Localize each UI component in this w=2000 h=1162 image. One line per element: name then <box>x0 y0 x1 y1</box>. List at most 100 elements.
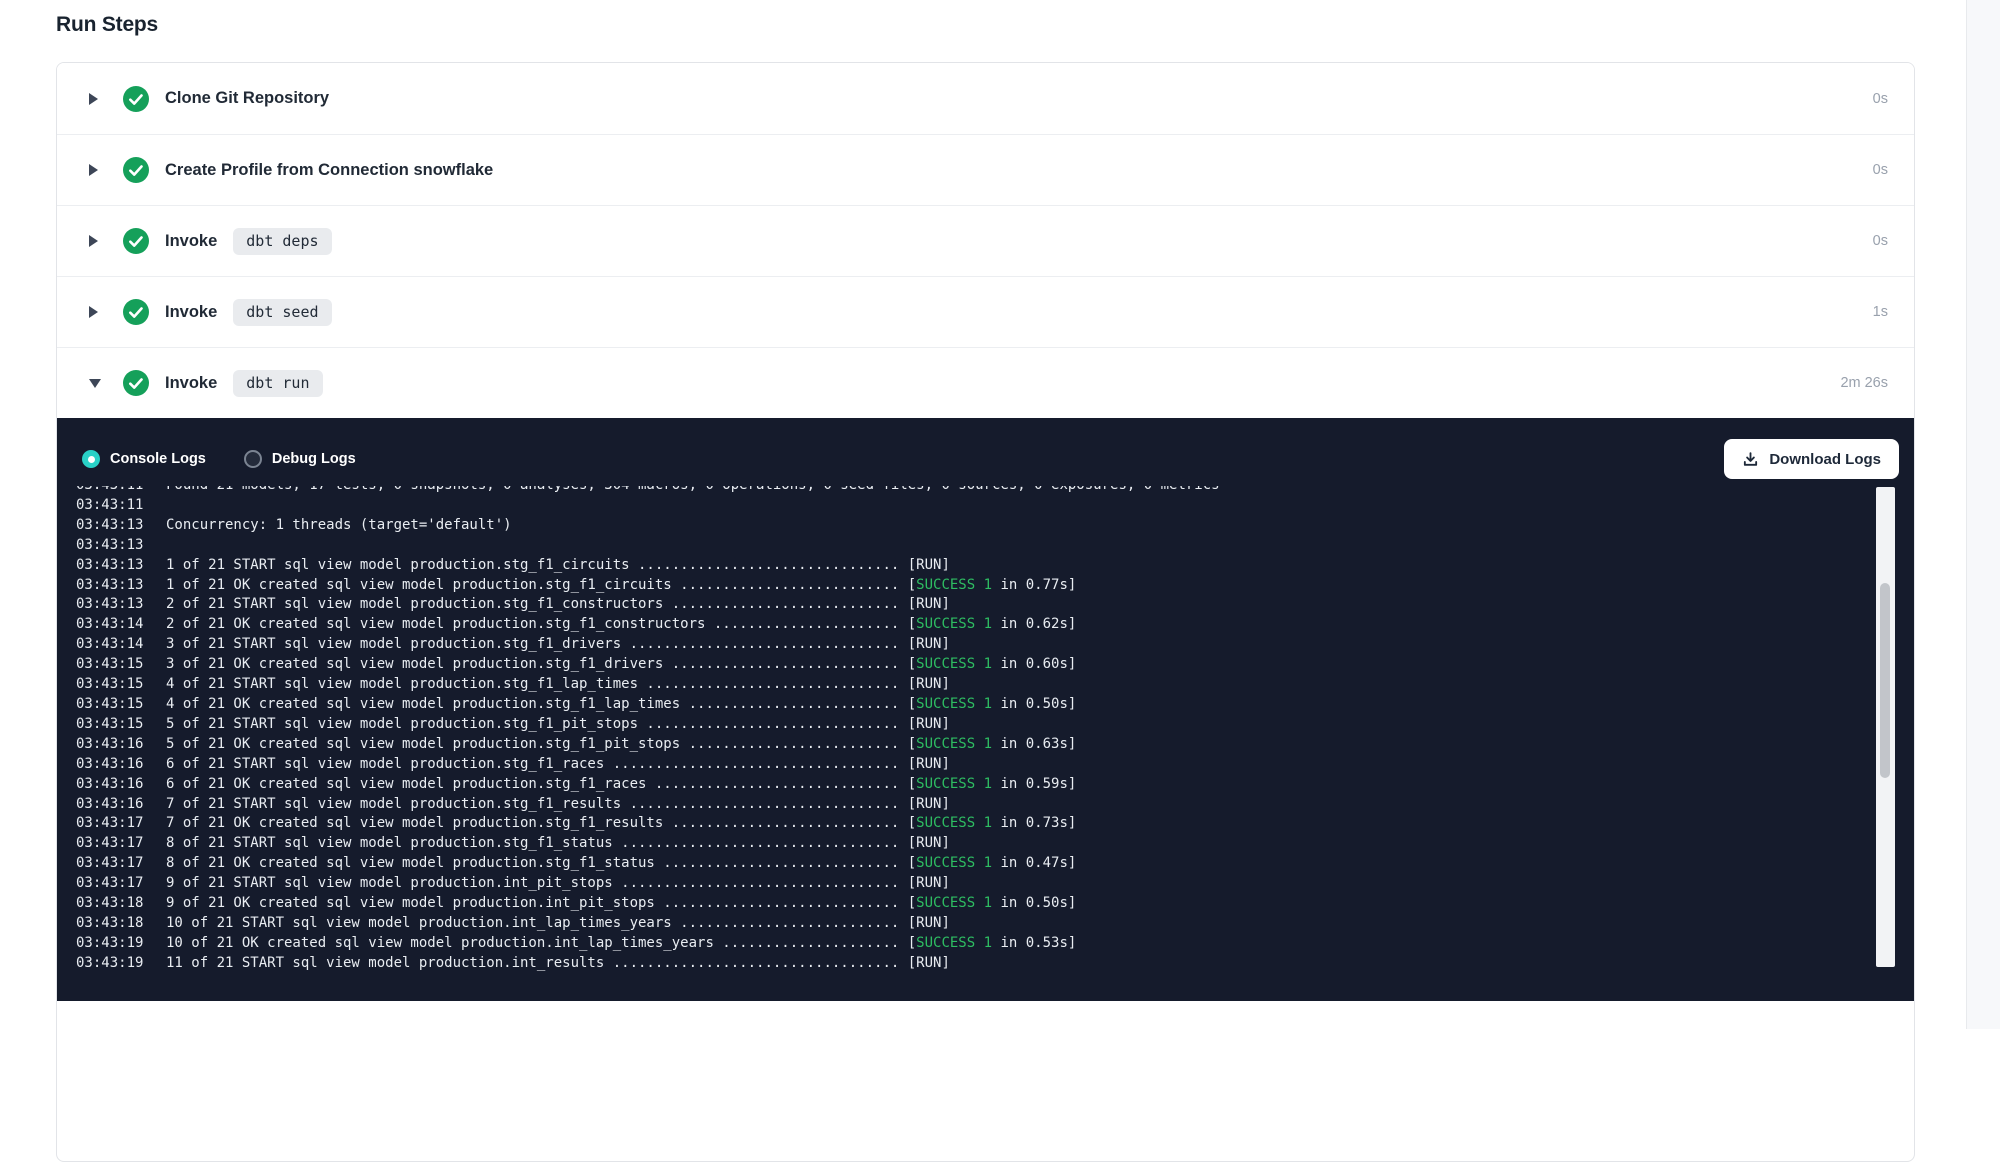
step-label: Invoke <box>165 374 217 393</box>
log-scrollbar-track[interactable] <box>1876 487 1895 967</box>
log-message: 7 of 21 OK created sql view model produc… <box>166 814 1076 834</box>
log-message: 5 of 21 OK created sql view model produc… <box>166 735 1076 755</box>
log-line: 03:43:166 of 21 OK created sql view mode… <box>76 775 1766 795</box>
radio-console-logs[interactable]: Console Logs <box>82 450 206 468</box>
log-timestamp: 03:43:19 <box>76 934 166 954</box>
log-timestamp: 03:43:13 <box>76 536 166 556</box>
log-line: 03:43:142 of 21 OK created sql view mode… <box>76 615 1766 635</box>
log-timestamp: 03:43:15 <box>76 695 166 715</box>
log-line: 03:43:153 of 21 OK created sql view mode… <box>76 655 1766 675</box>
log-timestamp: 03:43:11 <box>76 496 166 516</box>
step-command-chip: dbt seed <box>233 299 331 326</box>
run-step-row[interactable]: Invoke dbt deps 0s <box>57 205 1914 276</box>
log-timestamp: 03:43:18 <box>76 914 166 934</box>
log-line: 03:43:155 of 21 START sql view model pro… <box>76 715 1766 735</box>
download-logs-button[interactable]: Download Logs <box>1724 439 1899 479</box>
download-icon <box>1742 451 1759 468</box>
step-label: Invoke <box>165 232 217 251</box>
log-timestamp: 03:43:13 <box>76 576 166 596</box>
check-success-icon <box>123 370 149 396</box>
log-timestamp: 03:43:17 <box>76 874 166 894</box>
log-line: 03:43:154 of 21 START sql view model pro… <box>76 675 1766 695</box>
log-status-success: SUCCESS 1 <box>916 895 992 911</box>
log-status-success: SUCCESS 1 <box>916 656 992 672</box>
log-message: 9 of 21 OK created sql view model produc… <box>166 894 1076 914</box>
log-line: 03:43:13Concurrency: 1 threads (target='… <box>76 516 1766 536</box>
check-success-icon <box>123 86 149 112</box>
check-success-icon <box>123 299 149 325</box>
log-line: 03:43:166 of 21 START sql view model pro… <box>76 755 1766 775</box>
log-panel-header: Console Logs Debug Logs Download Logs <box>57 418 1914 479</box>
log-line: 03:43:1911 of 21 START sql view model pr… <box>76 954 1766 974</box>
log-line: 03:43:178 of 21 START sql view model pro… <box>76 834 1766 854</box>
chevron-down-icon[interactable] <box>89 379 103 388</box>
log-line: 03:43:143 of 21 START sql view model pro… <box>76 635 1766 655</box>
log-line: 03:43:179 of 21 START sql view model pro… <box>76 874 1766 894</box>
log-line: 03:43:154 of 21 OK created sql view mode… <box>76 695 1766 715</box>
log-line: 03:43:11 <box>76 496 1766 516</box>
log-message: 3 of 21 START sql view model production.… <box>166 635 950 655</box>
log-message: 2 of 21 OK created sql view model produc… <box>166 615 1076 635</box>
run-step-row[interactable]: Clone Git Repository 0s <box>57 63 1914 134</box>
run-steps-card: Clone Git Repository0sCreate Profile fro… <box>56 62 1915 1162</box>
log-scrollbar-thumb[interactable] <box>1880 583 1890 778</box>
run-step-row[interactable]: Invokedbt run2m 26s <box>57 347 1914 418</box>
step-duration: 0s <box>1873 91 1888 107</box>
log-line: 03:43:189 of 21 OK created sql view mode… <box>76 894 1766 914</box>
radio-selected-icon[interactable] <box>82 450 100 468</box>
step-command-chip: dbt run <box>233 370 322 397</box>
log-timestamp: 03:43:16 <box>76 775 166 795</box>
log-line: 03:43:1910 of 21 OK created sql view mod… <box>76 934 1766 954</box>
log-line: 03:43:131 of 21 OK created sql view mode… <box>76 576 1766 596</box>
step-label: Create Profile from Connection snowflake <box>165 161 493 180</box>
log-line: 03:43:11Found 21 models, 17 tests, 0 sna… <box>76 486 1766 496</box>
log-timestamp: 03:43:15 <box>76 715 166 735</box>
log-timestamp: 03:43:17 <box>76 854 166 874</box>
log-line: 03:43:131 of 21 START sql view model pro… <box>76 556 1766 576</box>
log-line: 03:43:178 of 21 OK created sql view mode… <box>76 854 1766 874</box>
page-title: Run Steps <box>56 13 1915 37</box>
log-timestamp: 03:43:13 <box>76 516 166 536</box>
log-line: 03:43:167 of 21 START sql view model pro… <box>76 795 1766 815</box>
log-message: 9 of 21 START sql view model production.… <box>166 874 950 894</box>
log-status-success: SUCCESS 1 <box>916 736 992 752</box>
step-label: Clone Git Repository <box>165 89 329 108</box>
log-status-success: SUCCESS 1 <box>916 776 992 792</box>
log-timestamp: 03:43:19 <box>76 954 166 974</box>
run-steps-section: Run Steps Clone Git Repository0sCreate P… <box>56 0 1915 1162</box>
step-duration: 0s <box>1873 162 1888 178</box>
log-timestamp: 03:43:15 <box>76 675 166 695</box>
run-step-row[interactable]: Invokedbt seed1s <box>57 276 1914 347</box>
radio-unselected-icon[interactable] <box>244 450 262 468</box>
log-message: Concurrency: 1 threads (target='default'… <box>166 516 512 536</box>
run-step-row[interactable]: Create Profile from Connection snowflake… <box>57 134 1914 205</box>
log-message: 11 of 21 START sql view model production… <box>166 954 950 974</box>
log-timestamp: 03:43:14 <box>76 615 166 635</box>
log-line: 03:43:177 of 21 OK created sql view mode… <box>76 814 1766 834</box>
radio-debug-logs-label: Debug Logs <box>272 451 356 467</box>
check-success-icon <box>123 157 149 183</box>
log-timestamp: 03:43:17 <box>76 814 166 834</box>
chevron-right-icon[interactable] <box>89 306 103 318</box>
log-message: 2 of 21 START sql view model production.… <box>166 595 950 615</box>
log-status-success: SUCCESS 1 <box>916 616 992 632</box>
log-timestamp: 03:43:13 <box>76 595 166 615</box>
log-panel: Console Logs Debug Logs Download Logs <box>57 418 1914 1001</box>
log-message: 5 of 21 START sql view model production.… <box>166 715 950 735</box>
step-command-chip: dbt deps <box>233 228 331 255</box>
chevron-right-icon[interactable] <box>89 164 103 176</box>
log-timestamp: 03:43:16 <box>76 755 166 775</box>
log-status-success: SUCCESS 1 <box>916 577 992 593</box>
radio-debug-logs[interactable]: Debug Logs <box>244 450 356 468</box>
log-message: 6 of 21 OK created sql view model produc… <box>166 775 1076 795</box>
console-log-output[interactable]: 03:43:11Found 21 models, 17 tests, 0 sna… <box>76 486 1766 992</box>
log-timestamp: 03:43:17 <box>76 834 166 854</box>
step-duration: 0s <box>1873 233 1888 249</box>
log-status-success: SUCCESS 1 <box>916 935 992 951</box>
download-logs-label: Download Logs <box>1769 451 1881 468</box>
chevron-right-icon[interactable] <box>89 93 103 105</box>
chevron-right-icon[interactable] <box>89 235 103 247</box>
log-timestamp: 03:43:16 <box>76 735 166 755</box>
log-message: 7 of 21 START sql view model production.… <box>166 795 950 815</box>
page-side-gutter <box>1966 0 2000 1029</box>
